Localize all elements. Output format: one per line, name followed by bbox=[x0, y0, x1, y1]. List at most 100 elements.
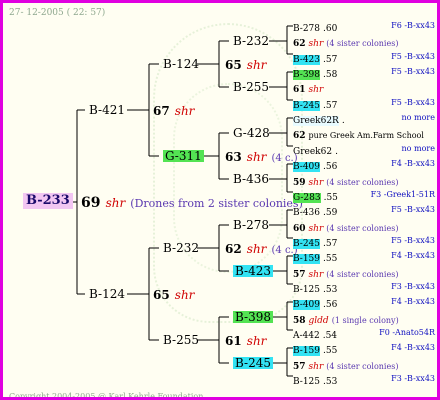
row-lineage: F5 -B-xx43 bbox=[391, 67, 435, 76]
gen3-b1-id[interactable]: B-232 bbox=[163, 242, 199, 254]
row-shr: shr bbox=[308, 362, 324, 372]
row-queen-id[interactable]: A-442 bbox=[293, 331, 320, 341]
gen4-a1-num: 65 bbox=[225, 58, 242, 72]
row-queen-id[interactable]: B-159 bbox=[293, 254, 320, 264]
row-queen-id[interactable]: B-398 bbox=[293, 70, 320, 80]
row-value: .57 bbox=[323, 101, 338, 111]
row-shr: gldd bbox=[308, 316, 329, 326]
row-lineage: no more bbox=[401, 113, 435, 122]
row-num: 58 bbox=[293, 316, 306, 326]
row-note: (4 sister colonies) bbox=[326, 362, 399, 371]
row-lineage: F5 -B-xx43 bbox=[391, 205, 435, 214]
gen5-c5-id[interactable]: B-278 bbox=[233, 219, 269, 231]
ancestor-row: B-159.55 F4 -B-xx43 bbox=[293, 342, 435, 357]
row-note: (4 sister colonies) bbox=[326, 270, 399, 279]
gen4-a1-shr: shr bbox=[246, 58, 267, 72]
row-lineage: F5 -B-xx43 bbox=[391, 236, 435, 245]
ancestor-row: 61 shr bbox=[293, 81, 435, 96]
root-num: 69 bbox=[81, 195, 101, 211]
gen2-b-shr: shr bbox=[174, 288, 195, 302]
ancestor-row: B-278.60 F6 -B-xx43 bbox=[293, 20, 435, 35]
gen3-a1-id[interactable]: B-124 bbox=[163, 58, 199, 70]
row-value: .54 bbox=[322, 331, 338, 341]
row-note: (1 single colony) bbox=[331, 316, 399, 325]
gen5-c4-id[interactable]: B-436 bbox=[233, 173, 269, 185]
row-note: (4 sister colonies) bbox=[326, 224, 399, 233]
row-lineage: F4 -B-xx43 bbox=[391, 297, 435, 306]
gen4-b1-shr: shr bbox=[246, 242, 267, 256]
row-lineage: F5 -B-xx43 bbox=[391, 98, 435, 107]
ancestor-row: 57 shr (4 sister colonies) bbox=[293, 358, 435, 373]
gen1-top-id[interactable]: B-421 bbox=[89, 104, 125, 116]
gen4-a1-summary: 65 shr bbox=[225, 58, 266, 71]
row-value: .55 bbox=[323, 193, 338, 203]
gen4-b2-num: 61 bbox=[225, 334, 242, 348]
gen5-c8-id[interactable]: B-245 bbox=[233, 357, 273, 369]
ancestor-row: B-125.53 F3 -B-xx43 bbox=[293, 373, 435, 388]
gen2-b-summary: 65 shr bbox=[153, 288, 194, 301]
row-value: .53 bbox=[323, 285, 338, 295]
row-value: .55 bbox=[323, 346, 338, 356]
ancestor-row: B-159.55 F4 -B-xx43 bbox=[293, 250, 435, 265]
row-queen-id[interactable]: Greek62 bbox=[293, 147, 332, 157]
row-num: 62 bbox=[293, 39, 306, 49]
row-value: .57 bbox=[323, 239, 338, 249]
ancestor-row: B-423.57 F5 -B-xx43 bbox=[293, 51, 435, 66]
gen2-a-summary: 67 shr bbox=[153, 104, 194, 117]
row-num: 60 bbox=[293, 224, 306, 234]
ancestor-row: B-409.56 F4 -B-xx43 bbox=[293, 158, 435, 173]
gen5-c7-id[interactable]: B-398 bbox=[233, 311, 273, 323]
ancestor-row: B-409.56 F4 -B-xx43 bbox=[293, 296, 435, 311]
row-queen-id[interactable]: B-409 bbox=[293, 300, 320, 310]
row-shr: shr bbox=[308, 85, 324, 95]
row-note: pure Greek Am.Farm School bbox=[308, 131, 424, 140]
ancestor-row: 58 gldd (1 single colony) bbox=[293, 312, 435, 327]
gen2-a-shr: shr bbox=[174, 104, 195, 118]
row-shr: shr bbox=[308, 39, 324, 49]
row-lineage: F0 -Anato54R bbox=[379, 328, 435, 337]
row-queen-id[interactable]: B-409 bbox=[293, 162, 320, 172]
row-value: .56 bbox=[323, 162, 338, 172]
row-queen-id[interactable]: B-436 bbox=[293, 208, 320, 218]
row-lineage: F4 -B-xx43 bbox=[391, 251, 435, 260]
row-num: 57 bbox=[293, 270, 306, 280]
row-num: 61 bbox=[293, 85, 306, 95]
row-queen-id[interactable]: B-423 bbox=[293, 55, 320, 65]
row-queen-id[interactable]: B-245 bbox=[293, 101, 320, 111]
gen4-b2-summary: 61 shr bbox=[225, 334, 266, 347]
row-queen-id[interactable]: Greek62R bbox=[293, 116, 339, 126]
ancestor-row: B-436.59 F5 -B-xx43 bbox=[293, 204, 435, 219]
row-queen-id[interactable]: B-125 bbox=[293, 285, 320, 295]
root-summary: 69 shr (Drones from 2 sister colonies) bbox=[81, 196, 303, 210]
row-queen-id[interactable]: B-159 bbox=[293, 346, 320, 356]
row-queen-id[interactable]: G-283 bbox=[293, 193, 321, 203]
root-queen-id[interactable]: B-233 bbox=[23, 193, 73, 209]
gen1-bottom-id[interactable]: B-124 bbox=[89, 288, 125, 300]
root-note: (Drones from 2 sister colonies) bbox=[130, 197, 303, 210]
gen3-a2-id[interactable]: G-311 bbox=[163, 150, 204, 162]
row-note: (4 sister colonies) bbox=[326, 178, 399, 187]
row-shr: shr bbox=[308, 178, 324, 188]
gen5-c3-id[interactable]: G-428 bbox=[233, 127, 270, 139]
gen5-c1-id[interactable]: B-232 bbox=[233, 35, 269, 47]
row-value: .56 bbox=[323, 300, 338, 310]
gen3-b2-id[interactable]: B-255 bbox=[163, 334, 199, 346]
row-num: 57 bbox=[293, 362, 306, 372]
gen4-b1-num: 62 bbox=[225, 242, 242, 256]
ancestor-row: 57 shr (4 sister colonies) bbox=[293, 266, 435, 281]
row-queen-id[interactable]: B-245 bbox=[293, 239, 320, 249]
row-lineage: F3 -B-xx43 bbox=[391, 282, 435, 291]
gen4-b2-shr: shr bbox=[246, 334, 267, 348]
row-queen-id[interactable]: B-278 bbox=[293, 24, 320, 34]
gen5-c2-id[interactable]: B-255 bbox=[233, 81, 269, 93]
row-shr: shr bbox=[308, 270, 324, 280]
gen5-c6-id[interactable]: B-423 bbox=[233, 265, 273, 277]
row-queen-id[interactable]: B-125 bbox=[293, 377, 320, 387]
ancestor-row: A-442.54 F0 -Anato54R bbox=[293, 327, 435, 342]
row-value: .53 bbox=[323, 377, 338, 387]
row-value: .60 bbox=[323, 24, 338, 34]
ancestor-row: B-245.57 F5 -B-xx43 bbox=[293, 235, 435, 250]
row-value: .55 bbox=[323, 254, 338, 264]
root-shr: shr bbox=[105, 196, 126, 210]
row-value: . bbox=[341, 116, 345, 126]
